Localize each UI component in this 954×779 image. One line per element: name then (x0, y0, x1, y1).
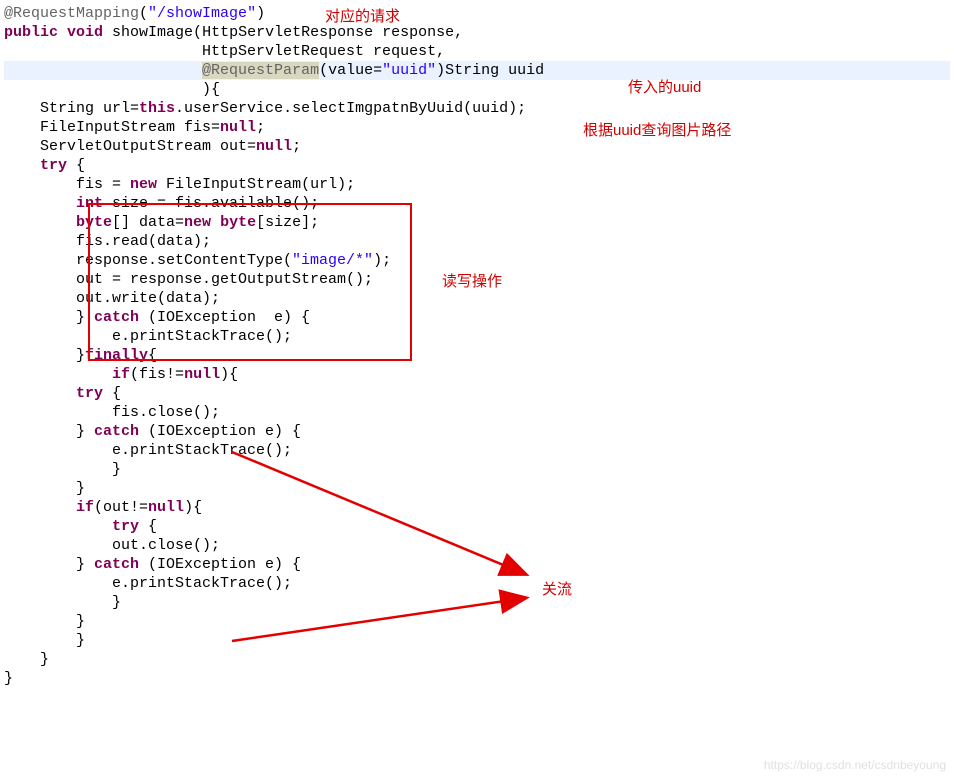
code-line: e.printStackTrace(); (4, 575, 292, 592)
code-line: byte[] data=new byte[size]; (4, 214, 319, 231)
code-line: ServletOutputStream out=null; (4, 138, 301, 155)
code-line: FileInputStream fis=null; (4, 119, 265, 136)
code-line: ){ (4, 81, 220, 98)
code-line: out.close(); (4, 537, 220, 554)
code-line: } (4, 613, 85, 630)
code-line: } (4, 480, 85, 497)
code-line: try { (4, 385, 121, 402)
code-line: public void showImage(HttpServletRespons… (4, 24, 463, 41)
code-line: } (4, 632, 85, 649)
code-block: @RequestMapping("/showImage") public voi… (4, 4, 950, 688)
code-line: try { (4, 518, 157, 535)
annotation-text: 根据uuid查询图片路径 (583, 121, 731, 140)
code-line: if(out!=null){ (4, 499, 202, 516)
code-line: out = response.getOutputStream(); (4, 271, 373, 288)
code-line: fis.close(); (4, 404, 220, 421)
code-line: }finally{ (4, 347, 157, 364)
watermark-text: https://blog.csdn.net/csdnbeyoung (764, 756, 946, 775)
code-line: } (4, 651, 49, 668)
code-line: out.write(data); (4, 290, 220, 307)
code-line: } catch (IOException e) { (4, 556, 301, 573)
code-line: } (4, 670, 13, 687)
code-line: e.printStackTrace(); (4, 442, 292, 459)
code-line: response.setContentType("image/*"); (4, 252, 391, 269)
code-line: try { (4, 157, 85, 174)
code-line: HttpServletRequest request, (4, 43, 445, 60)
code-line: @RequestMapping("/showImage") (4, 5, 265, 22)
code-line: } (4, 594, 121, 611)
code-line: int size = fis.available(); (4, 195, 319, 212)
code-line: String url=this.userService.selectImgpat… (4, 100, 526, 117)
code-line: if(fis!=null){ (4, 366, 238, 383)
annotation-text: 对应的请求 (325, 7, 400, 26)
code-line: } catch (IOException e) { (4, 309, 310, 326)
annotation-text: 关流 (542, 580, 572, 599)
annotation-text: 传入的uuid (628, 78, 701, 97)
code-line: } (4, 461, 121, 478)
code-line: fis.read(data); (4, 233, 211, 250)
code-line: e.printStackTrace(); (4, 328, 292, 345)
code-line: fis = new FileInputStream(url); (4, 176, 355, 193)
code-line-highlighted: @RequestParam(value="uuid")String uuid (4, 61, 950, 80)
annotation-text: 读写操作 (442, 272, 502, 291)
code-line: } catch (IOException e) { (4, 423, 301, 440)
